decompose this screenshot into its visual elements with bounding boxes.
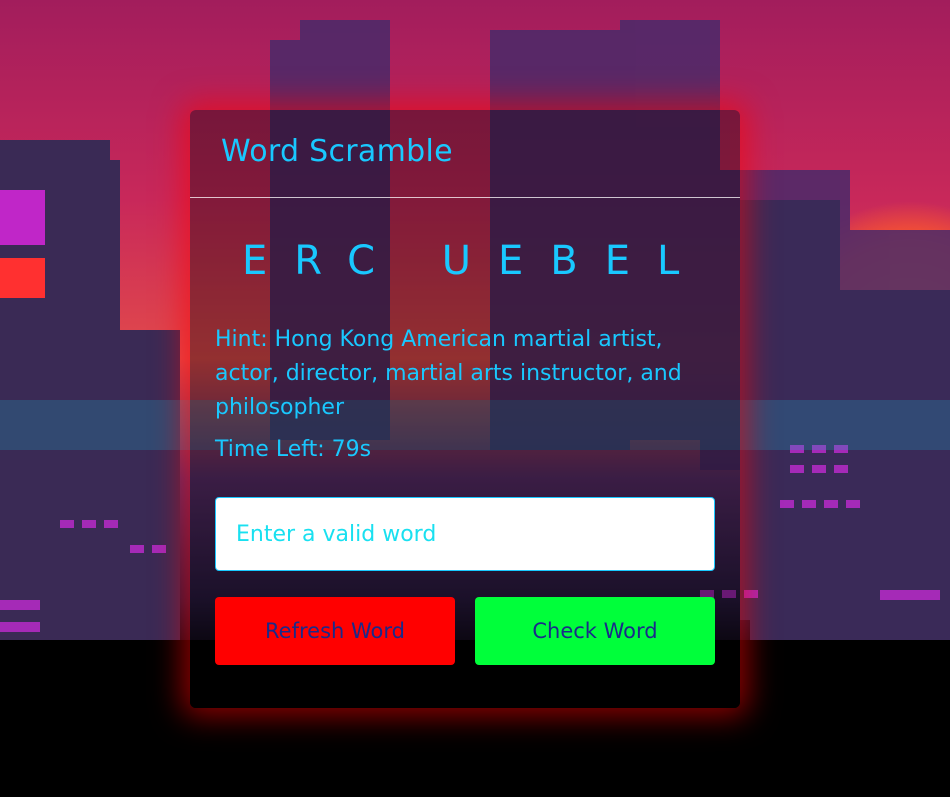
check-word-button[interactable]: Check Word bbox=[475, 597, 715, 665]
refresh-word-button[interactable]: Refresh Word bbox=[215, 597, 455, 665]
hint-text: Hint: Hong Kong American martial artist,… bbox=[215, 327, 682, 420]
time-left: Time Left: 79s bbox=[215, 437, 372, 462]
scrambled-word: ERC UEBEL bbox=[242, 238, 707, 284]
word-input[interactable] bbox=[215, 497, 715, 571]
neon-sign bbox=[0, 258, 45, 298]
word-scramble-card: Word Scramble ERC UEBEL Hint: Hong Kong … bbox=[190, 110, 740, 708]
neon-sign bbox=[0, 190, 45, 245]
page-title: Word Scramble bbox=[221, 134, 453, 169]
game-screen: Word Scramble ERC UEBEL Hint: Hong Kong … bbox=[0, 0, 950, 797]
title-divider bbox=[190, 197, 740, 198]
